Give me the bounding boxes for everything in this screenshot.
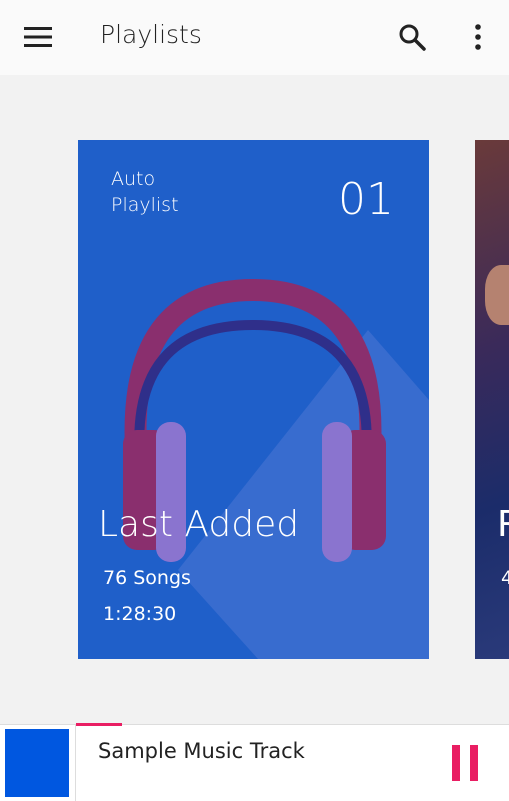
- cover-photo: [485, 265, 509, 325]
- menu-icon[interactable]: [24, 27, 52, 47]
- playback-progress: [76, 723, 122, 726]
- app-bar: Playlists: [0, 0, 509, 75]
- playlist-name-peek: R: [497, 504, 509, 545]
- album-art-thumbnail[interactable]: [5, 729, 69, 797]
- playlist-song-count: 76 Songs: [103, 567, 191, 589]
- divider: [75, 725, 76, 801]
- playlist-card-peek[interactable]: R 4: [475, 140, 509, 659]
- page-title: Playlists: [100, 20, 202, 49]
- track-title: Sample Music Track: [98, 739, 305, 763]
- playlist-type-line2: Playlist: [111, 194, 179, 216]
- playlist-song-count-peek: 4: [501, 567, 509, 589]
- playlist-type-line1: Auto: [111, 168, 156, 190]
- now-playing-bar[interactable]: Sample Music Track: [0, 723, 509, 801]
- pause-icon[interactable]: [450, 745, 480, 781]
- more-vert-icon[interactable]: [468, 22, 488, 52]
- playlist-type-label: Auto Playlist: [111, 166, 179, 218]
- playlist-card-last-added[interactable]: Auto Playlist 01 Last Added 76 Songs 1:2…: [78, 140, 429, 659]
- playlist-name: Last Added: [98, 504, 300, 545]
- playlist-duration: 1:28:30: [103, 603, 177, 625]
- playlist-number: 01: [338, 174, 394, 225]
- search-icon[interactable]: [398, 23, 426, 51]
